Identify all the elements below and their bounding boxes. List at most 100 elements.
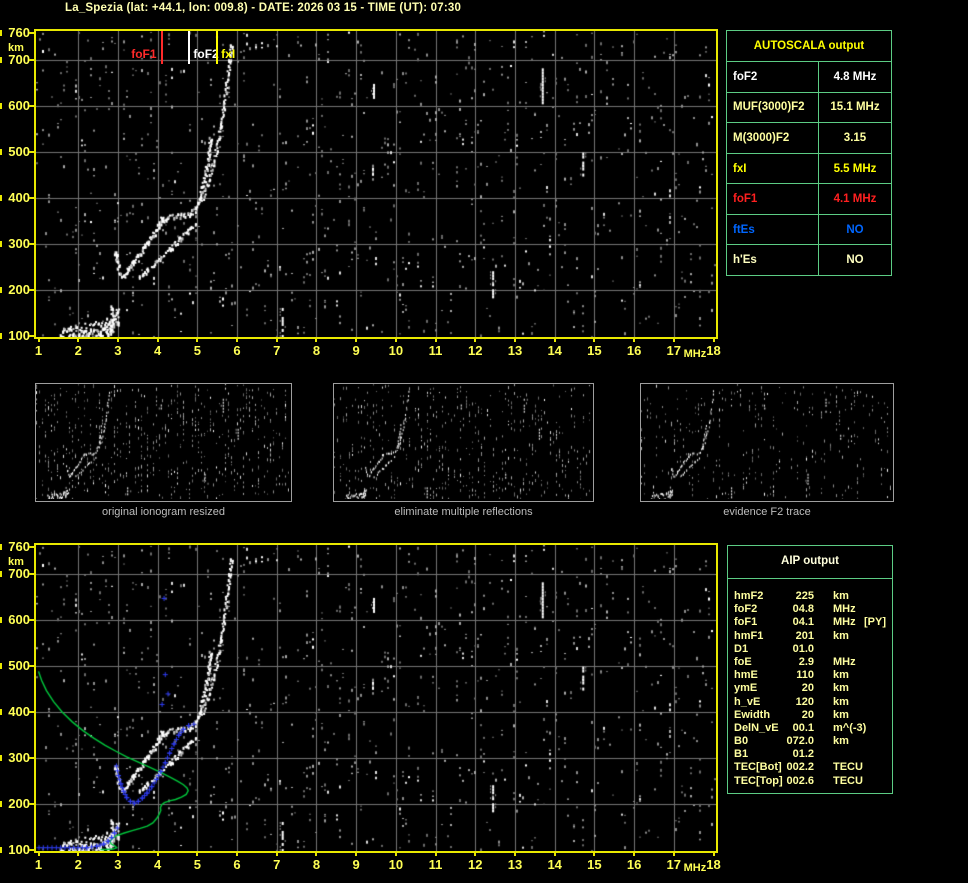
x-tick-label: 9 (352, 857, 360, 872)
parameter-name: D1 (734, 642, 749, 655)
thumbnail-canvas-original (36, 384, 289, 499)
parameter-name: hmE (734, 669, 758, 682)
thumbnail-canvas-evidence (641, 384, 891, 499)
thumbnail-original-ionogram (35, 383, 292, 502)
y-tick-label: 700 (8, 52, 30, 68)
x-tick-label: 12 (468, 343, 483, 358)
x-axis-tick (672, 339, 675, 342)
parameter-unit: km (833, 682, 849, 695)
parameter-value: 20 (801, 708, 814, 721)
x-axis-tick (116, 339, 119, 342)
parameter-value: 4.1 MHz (833, 193, 877, 206)
x-axis-tick (116, 853, 119, 856)
x-tick-label: 5 (193, 857, 201, 872)
parameter-value: 201 (795, 629, 814, 642)
aip-row-hmf1: hmF1 201 km (728, 630, 892, 643)
y-tick-label: 300 (8, 235, 30, 251)
autoscala-row-fof1: foF1 4.1 MHz (727, 184, 891, 215)
x-axis-tick (394, 339, 397, 342)
x-tick-label: 2 (74, 857, 82, 872)
y-axis-tick (29, 664, 34, 667)
x-tick-label: 15 (587, 343, 602, 358)
x-tick-label: 11 (428, 343, 443, 358)
ionogram-plot-top (34, 29, 718, 339)
parameter-unit: MHz (833, 655, 856, 668)
x-tick-label: 17 (666, 857, 682, 872)
y-tick-label: 100 (8, 841, 30, 857)
parameter-value: 01.2 (792, 748, 814, 761)
autoscala-table-rows: foF2 4.8 MHz MUF(3000)F2 15.1 MHz M(3000)F2 3… (727, 62, 891, 276)
y-edge-tick (0, 571, 2, 578)
marker-line-fof2 (188, 31, 191, 64)
aip-table-title: AIP output (728, 546, 892, 579)
x-tick-label: 1 (34, 343, 43, 358)
parameter-value: 20 (801, 682, 814, 695)
parameter-name: ftEs (727, 214, 819, 245)
ionogram-plot-bottom (34, 543, 718, 853)
x-axis-tick (593, 853, 596, 856)
x-tick-label: 3 (114, 857, 122, 872)
parameter-value: 225 (795, 590, 814, 602)
parameter-unit: km (833, 669, 849, 682)
aip-row-d1: D1 01.0 (728, 643, 892, 656)
x-tick-label: 13 (507, 343, 523, 358)
y-edge-tick (0, 148, 2, 155)
y-edge-tick (0, 616, 2, 623)
x-axis-tick (315, 853, 318, 856)
parameter-unit: km (833, 708, 849, 721)
y-edge-tick (0, 29, 2, 36)
parameter-name: B0 (734, 735, 749, 748)
autoscala-row-h-es: h'Es NO (727, 245, 891, 276)
parameter-name: fxI (727, 153, 819, 184)
station-title: La_Spezia (lat: +44.1, lon: 009.8) - DAT… (65, 2, 462, 14)
x-axis-tick (315, 339, 318, 342)
x-tick-label: 17 (666, 343, 682, 358)
parameter-unit: TECU (833, 761, 863, 774)
x-tick-label: 5 (193, 343, 201, 358)
parameter-name: Ewidth (734, 708, 771, 721)
parameter-name: MUF(3000)F2 (727, 92, 819, 123)
y-tick-label: 600 (8, 611, 30, 627)
parameter-unit: MHz (833, 603, 856, 616)
x-axis-tick (633, 339, 636, 342)
y-axis-tick (29, 618, 34, 621)
y-axis-tick (29, 196, 34, 199)
y-edge-tick (0, 754, 2, 761)
x-axis-tick (434, 853, 437, 856)
autoscala-row-m-3000-f2: M(3000)F2 3.15 (727, 123, 891, 154)
x-tick-label: 14 (547, 343, 562, 358)
x-tick-label: 7 (273, 343, 281, 358)
autoscala-output-table: AUTOSCALA output foF2 4.8 MHz MUF(3000)F2 1… (726, 30, 892, 276)
x-axis-tick (593, 339, 596, 342)
aip-row-tec-bot-: TEC[Bot] 002.2 TECU (728, 761, 892, 774)
aip-row-yme: ymE 20 km (728, 682, 892, 695)
aip-row-deln-ve: DelN_vE 00.1 m^(-3) (728, 722, 892, 735)
x-axis-tick (712, 853, 715, 856)
y-axis-tick (29, 545, 34, 548)
parameter-unit: km (833, 629, 849, 642)
x-axis-tick (553, 853, 556, 856)
x-axis-tick (474, 339, 477, 342)
y-edge-tick (0, 846, 2, 853)
autoscala-table-title: AUTOSCALA output (727, 31, 891, 62)
thumbnail-caption-evidence: evidence F2 trace (723, 506, 811, 518)
y-tick-label: 300 (8, 749, 30, 765)
x-axis-tick (77, 853, 80, 856)
y-tick-label: 760 (8, 24, 30, 40)
parameter-name: ymE (734, 682, 758, 695)
x-tick-label: 3 (114, 343, 122, 358)
parameter-name: hmF2 (734, 590, 764, 602)
thumbnail-canvas-eliminate (334, 384, 591, 499)
x-axis-tick (513, 853, 516, 856)
x-tick-label: 9 (352, 343, 360, 358)
x-axis-tick (275, 339, 278, 342)
y-edge-tick (0, 57, 2, 64)
y-tick-label: 200 (8, 795, 30, 811)
parameter-name: foE (734, 655, 752, 668)
y-tick-label: 100 (8, 327, 30, 343)
y-tick-label: 200 (8, 281, 30, 297)
x-axis-tick (672, 853, 675, 856)
aip-row-tec-top-: TEC[Top] 002.6 TECU (728, 775, 892, 788)
parameter-value: 002.2 (786, 761, 814, 774)
x-tick-label: 11 (428, 857, 443, 872)
